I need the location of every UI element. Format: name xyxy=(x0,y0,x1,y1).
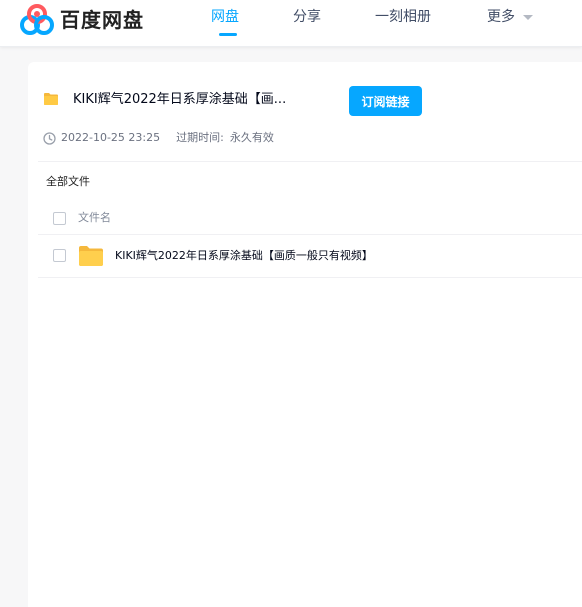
file-row[interactable]: KIKI辉气2022年日系厚涂基础【画质一般只有视频】 xyxy=(38,234,582,278)
share-date: 2022-10-25 23:25 xyxy=(61,131,161,144)
expiry-label: 过期时间: xyxy=(176,131,224,144)
nav-more-label: 更多 xyxy=(487,9,515,25)
nav-photo-album[interactable]: 一刻相册 xyxy=(375,7,431,27)
nav-netdisk[interactable]: 网盘 xyxy=(211,7,239,27)
header-divider xyxy=(38,161,582,162)
clock-icon xyxy=(43,131,56,145)
subscribe-link-button[interactable]: 订阅链接 xyxy=(349,86,422,116)
cloud-logo-icon xyxy=(20,4,54,35)
file-name[interactable]: KIKI辉气2022年日系厚涂基础【画质一般只有视频】 xyxy=(115,248,373,264)
logo-text: 百度网盘 xyxy=(60,8,144,32)
share-meta: 2022-10-25 23:25 过期时间: 永久有效 xyxy=(43,130,274,146)
row-checkbox[interactable] xyxy=(53,249,66,262)
column-header-filename[interactable]: 文件名 xyxy=(78,210,111,226)
chevron-down-icon xyxy=(523,14,533,20)
nav-share[interactable]: 分享 xyxy=(293,7,321,27)
select-all-checkbox[interactable] xyxy=(53,212,66,225)
baidu-netdisk-logo[interactable]: 百度网盘 xyxy=(18,3,144,37)
breadcrumb-all-files[interactable]: 全部文件 xyxy=(46,174,90,190)
share-panel: KIKI辉气2022年日系厚涂基础【画... 订阅链接 2022-10-25 2… xyxy=(28,62,582,607)
nav-more[interactable]: 更多 xyxy=(487,7,533,27)
folder-icon xyxy=(44,93,58,105)
top-bar: 百度网盘 网盘 分享 一刻相册 更多 xyxy=(0,0,582,47)
row-divider xyxy=(38,277,582,278)
expiry-value: 永久有效 xyxy=(229,131,274,144)
share-title: KIKI辉气2022年日系厚涂基础【画... xyxy=(73,92,287,107)
folder-icon xyxy=(79,246,103,266)
nav-active-indicator xyxy=(219,33,237,36)
